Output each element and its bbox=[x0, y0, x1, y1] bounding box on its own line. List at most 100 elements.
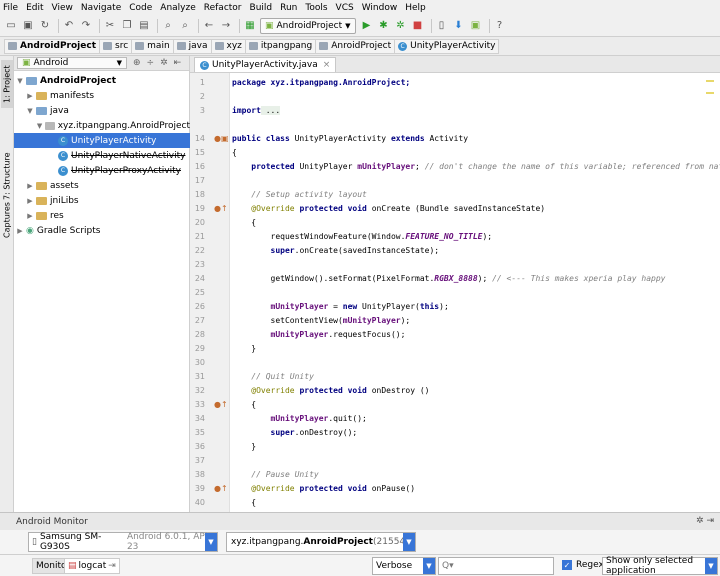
tree-item-assets[interactable]: ▶ assets bbox=[14, 178, 190, 193]
run-icon[interactable]: ▶ bbox=[360, 19, 374, 33]
breadcrumb-main[interactable]: main bbox=[131, 38, 173, 54]
menu-build[interactable]: Build bbox=[250, 3, 273, 13]
tree-item-jnilibs[interactable]: ▶ jniLibs bbox=[14, 193, 190, 208]
process-select[interactable]: xyz.itpangpang. AnroidProject (21554) ▼ bbox=[226, 532, 416, 552]
breadcrumb-project[interactable]: AndroidProject bbox=[4, 38, 100, 54]
redo-icon[interactable]: ↷ bbox=[79, 19, 93, 33]
device-select[interactable]: ▯ Samsung SM-G930S Android 6.0.1, API 23… bbox=[28, 532, 218, 552]
scroll-marker[interactable] bbox=[706, 80, 714, 82]
sync-scroll-icon[interactable]: ⊕ bbox=[133, 58, 141, 68]
menu-navigate[interactable]: Navigate bbox=[81, 3, 121, 13]
tab-logcat[interactable]: ▤ logcat ⇥ bbox=[64, 558, 120, 574]
toolbar: ▭ ▣ ↻ ↶ ↷ ✂ ❐ ▤ ⌕ ⌕ ← → ▦ ▣ AndroidProje… bbox=[0, 15, 720, 37]
breadcrumb-src[interactable]: src bbox=[99, 38, 132, 54]
project-view-select[interactable]: ▣ Android ▼ bbox=[17, 57, 127, 69]
forward-icon[interactable]: → bbox=[219, 19, 233, 33]
breadcrumb-anroidproject[interactable]: AnroidProject bbox=[315, 38, 395, 54]
code-line: // Setup activity layout bbox=[232, 190, 367, 199]
tree-item-unityplayernativeactivity[interactable]: C UnityPlayerNativeActivity bbox=[14, 148, 190, 163]
help-icon[interactable]: ? bbox=[493, 19, 507, 33]
code-line: mUnityPlayer.requestFocus(); bbox=[232, 328, 406, 342]
code-line: @Override protected void onDestroy () bbox=[232, 384, 429, 398]
override-icon[interactable]: ●↑ bbox=[214, 202, 228, 216]
cut-icon[interactable]: ✂ bbox=[103, 19, 117, 33]
chevron-down-icon: ▼ bbox=[705, 558, 717, 574]
avd-manager-icon[interactable]: ▯ bbox=[435, 19, 449, 33]
save-all-icon[interactable]: ▣ bbox=[21, 19, 35, 33]
close-icon[interactable]: × bbox=[323, 60, 331, 70]
tree-item-unityplayeractivity[interactable]: C UnityPlayerActivity bbox=[14, 133, 190, 148]
collapse-arrow-icon[interactable]: ▶ bbox=[26, 92, 34, 100]
collapse-arrow-icon[interactable]: ▶ bbox=[26, 212, 34, 220]
menu-vcs[interactable]: VCS bbox=[336, 3, 354, 13]
filter-select[interactable]: Show only selected application ▼ bbox=[602, 556, 718, 576]
pin-icon: ⇥ bbox=[108, 561, 116, 571]
copy-icon[interactable]: ❐ bbox=[120, 19, 134, 33]
gear-icon[interactable]: ✲ bbox=[160, 58, 168, 68]
tree-label: UnityPlayerNativeActivity bbox=[71, 150, 186, 161]
hide-icon[interactable]: ⇤ bbox=[174, 58, 182, 68]
menu-view[interactable]: View bbox=[52, 3, 73, 13]
menu-refactor[interactable]: Refactor bbox=[204, 3, 242, 13]
collapse-all-icon[interactable]: ÷ bbox=[147, 58, 155, 68]
menu-edit[interactable]: Edit bbox=[26, 3, 43, 13]
tree-item-androidproject[interactable]: ▼ AndroidProject bbox=[14, 73, 190, 88]
collapse-arrow-icon[interactable]: ▶ bbox=[26, 197, 34, 205]
breadcrumb-java[interactable]: java bbox=[172, 38, 211, 54]
override-icon[interactable]: ●↑ bbox=[214, 482, 228, 496]
tree-item-unityplayerproxyactivity[interactable]: C UnityPlayerProxyActivity bbox=[14, 163, 190, 178]
code-area[interactable]: package xyz.itpangpang.AnroidProject; im… bbox=[232, 73, 720, 512]
tree-item-java[interactable]: ▼ java bbox=[14, 103, 190, 118]
scroll-marker[interactable] bbox=[706, 92, 714, 94]
tree-item-manifests[interactable]: ▶ manifests bbox=[14, 88, 190, 103]
menu-code[interactable]: Code bbox=[129, 3, 152, 13]
log-level-select[interactable]: Verbose ▼ bbox=[372, 557, 436, 575]
class-icon: C bbox=[200, 60, 209, 70]
menu-tools[interactable]: Tools bbox=[305, 3, 327, 13]
menu-help[interactable]: Help bbox=[405, 3, 426, 13]
process-prefix: xyz.itpangpang. bbox=[231, 537, 304, 547]
tree-item-package[interactable]: ▼ xyz.itpangpang.AnroidProject bbox=[14, 118, 190, 133]
menu-run[interactable]: Run bbox=[280, 3, 297, 13]
run-config-select[interactable]: ▣ AndroidProject ▼ bbox=[260, 17, 356, 34]
override-icon[interactable]: ●↑ bbox=[214, 398, 228, 412]
find-icon[interactable]: ⌕ bbox=[161, 19, 175, 33]
code-line: { bbox=[232, 400, 257, 409]
menu-analyze[interactable]: Analyze bbox=[160, 3, 195, 13]
menu-file[interactable]: File bbox=[3, 3, 18, 13]
breadcrumb-xyz[interactable]: xyz bbox=[210, 38, 245, 54]
monitor-settings-icon[interactable]: ✲ ⇥ bbox=[696, 516, 714, 526]
expand-arrow-icon[interactable]: ▼ bbox=[36, 122, 43, 130]
tab-project[interactable]: 1: Project bbox=[1, 60, 13, 108]
breadcrumb-class[interactable]: C UnityPlayerActivity bbox=[394, 38, 500, 54]
paste-icon[interactable]: ▤ bbox=[137, 19, 151, 33]
line-number: 38 bbox=[194, 470, 205, 479]
expand-arrow-icon[interactable]: ▼ bbox=[26, 107, 34, 115]
stop-icon[interactable]: ■ bbox=[411, 19, 425, 33]
tree-item-res[interactable]: ▶ res bbox=[14, 208, 190, 223]
android-device-monitor-icon[interactable]: ▣ bbox=[469, 19, 483, 33]
attach-debugger-icon[interactable]: ✲ bbox=[394, 19, 408, 33]
replace-icon[interactable]: ⌕ bbox=[178, 19, 192, 33]
sdk-manager-icon[interactable]: ⬇ bbox=[452, 19, 466, 33]
menu-window[interactable]: Window bbox=[362, 3, 398, 13]
debug-icon[interactable]: ✱ bbox=[377, 19, 391, 33]
breadcrumb-label: main bbox=[147, 41, 170, 51]
activity-gutter-icon[interactable]: ●▣ bbox=[214, 132, 229, 146]
undo-icon[interactable]: ↶ bbox=[62, 19, 76, 33]
expand-arrow-icon[interactable]: ▼ bbox=[16, 77, 24, 85]
tab-unityplayeractivity-java[interactable]: C UnityPlayerActivity.java × bbox=[194, 57, 337, 72]
make-project-icon[interactable]: ▦ bbox=[243, 19, 257, 33]
breadcrumb-itpangpang[interactable]: itpangpang bbox=[244, 38, 316, 54]
sync-icon[interactable]: ↻ bbox=[38, 19, 52, 33]
collapse-arrow-icon[interactable]: ▶ bbox=[26, 182, 34, 190]
regex-checkbox[interactable]: ✓ Regex bbox=[562, 560, 604, 570]
class-icon: C bbox=[398, 41, 408, 51]
folder-icon bbox=[8, 42, 17, 50]
back-icon[interactable]: ← bbox=[202, 19, 216, 33]
search-input[interactable]: Q▾ bbox=[438, 557, 554, 575]
collapse-arrow-icon[interactable]: ▶ bbox=[16, 227, 24, 235]
tab-captures[interactable]: Captures bbox=[1, 196, 13, 244]
open-folder-icon[interactable]: ▭ bbox=[4, 19, 18, 33]
tree-item-gradle-scripts[interactable]: ▶ ◉ Gradle Scripts bbox=[14, 223, 190, 238]
